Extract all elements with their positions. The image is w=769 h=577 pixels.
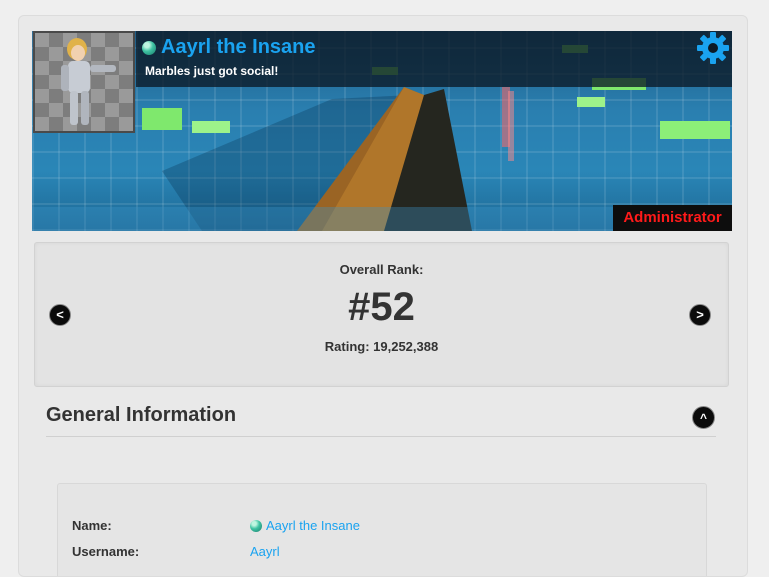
info-label: Name: xyxy=(72,518,112,533)
profile-motto: Marbles just got social! xyxy=(145,64,279,78)
avatar-leg xyxy=(81,91,89,125)
name-link[interactable]: Aayrl the Insane xyxy=(250,518,360,533)
profile-display-name[interactable]: Aayrl the Insane xyxy=(161,36,316,59)
avatar-arm xyxy=(90,65,116,72)
overall-rank-value: #52 xyxy=(348,285,415,329)
marble-status-icon xyxy=(142,41,156,55)
avatar[interactable] xyxy=(33,31,135,133)
avatar-face xyxy=(71,45,85,61)
green-tile xyxy=(577,97,605,107)
green-tile xyxy=(192,121,230,133)
rank-panel: Overall Rank: #52 Rating: 19,252,388 < > xyxy=(34,242,729,387)
info-label: Username: xyxy=(72,544,140,559)
profile-banner: Aayrl the Insane Marbles just got social… xyxy=(32,31,732,231)
overall-rank-label: Overall Rank: xyxy=(339,262,424,277)
info-row-username: Username: Aayrl xyxy=(72,544,692,562)
name-value: Aayrl the Insane xyxy=(266,518,360,533)
profile-page: Aayrl the Insane Marbles just got social… xyxy=(18,15,748,577)
avatar-leg xyxy=(70,91,78,125)
avatar-armor xyxy=(68,61,90,93)
next-rank-button[interactable]: > xyxy=(689,304,711,326)
red-beam xyxy=(508,91,514,161)
role-badge: Administrator xyxy=(613,205,732,231)
green-tile xyxy=(660,121,730,139)
green-tile xyxy=(142,108,182,130)
avatar-character xyxy=(61,38,116,125)
avatar-arm xyxy=(61,65,69,91)
previous-rank-button[interactable]: < xyxy=(49,304,71,326)
section-divider xyxy=(46,436,716,437)
rating-value: Rating: 19,252,388 xyxy=(324,339,439,354)
collapse-section-button[interactable]: ^ xyxy=(692,406,715,429)
username-link[interactable]: Aayrl xyxy=(250,544,280,559)
general-information-panel: Name: Aayrl the Insane Username: Aayrl xyxy=(57,483,707,576)
marble-status-icon xyxy=(250,520,262,532)
info-row-name: Name: Aayrl the Insane xyxy=(72,518,692,536)
gear-icon[interactable] xyxy=(696,31,730,65)
general-information-heading: General Information xyxy=(46,404,237,426)
